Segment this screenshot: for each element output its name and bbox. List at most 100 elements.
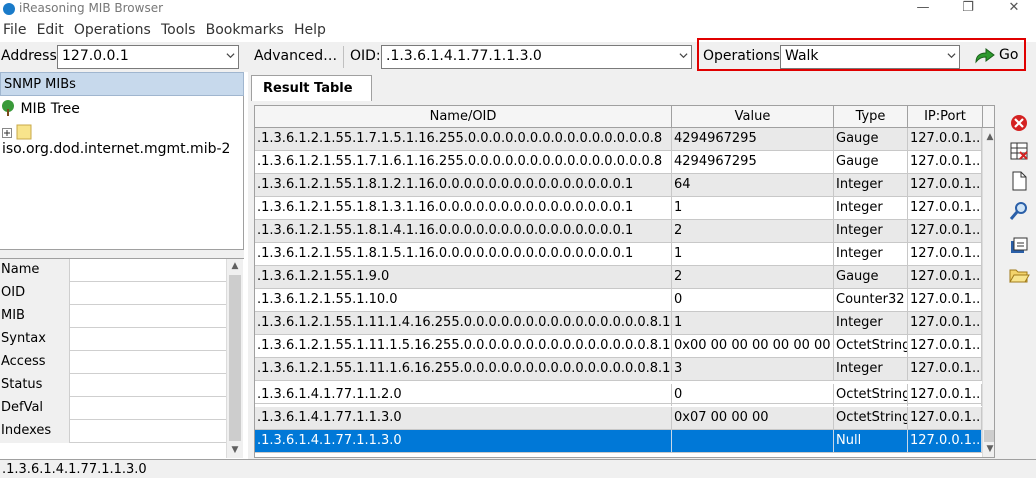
properties-scrollbar[interactable]: ▲ ▼ xyxy=(226,259,243,458)
open-folder-icon[interactable] xyxy=(1008,264,1030,286)
menu-bookmarks[interactable]: Bookmarks xyxy=(203,20,287,38)
table-header: Name/OID Value Type IP:Port xyxy=(255,106,994,128)
result-panel: Result Table Name/OID Value Type IP:Port… xyxy=(248,72,1036,459)
scroll-thumb[interactable] xyxy=(984,430,994,442)
cell-ip-port: 127.0.0.1... xyxy=(908,384,982,406)
table-row[interactable]: .1.3.6.1.2.1.55.1.7.1.5.1.16.255.0.0.0.0… xyxy=(255,128,994,151)
cell-ip-port: 127.0.0.1... xyxy=(908,197,982,219)
prop-row: Status xyxy=(0,374,226,397)
prop-name: Name xyxy=(0,259,70,282)
cell-ip-port: 127.0.0.1... xyxy=(908,289,982,311)
scroll-up-icon[interactable]: ▲ xyxy=(227,259,243,273)
prop-row: Name xyxy=(0,259,226,282)
cell-name-oid: .1.3.6.1.2.1.55.1.9.0 xyxy=(255,266,672,288)
export-icon[interactable] xyxy=(1008,235,1030,257)
prop-row: MIB xyxy=(0,305,226,328)
table-row[interactable]: .1.3.6.1.4.1.77.1.1.3.0 0x07 00 00 00 Octe… xyxy=(255,407,994,430)
cell-name-oid: .1.3.6.1.2.1.55.1.11.1.6.16.255.0.0.0.0.… xyxy=(255,358,672,380)
tree-child-node[interactable]: iso.org.dod.internet.mgmt.mib-2 xyxy=(2,124,243,157)
mib-tree[interactable]: MIB Tree iso.org.dod.internet.mgmt.mib-2 xyxy=(0,96,244,250)
cell-value: 4294967295 xyxy=(672,151,834,173)
cell-value: 1 xyxy=(672,243,834,265)
expand-icon[interactable] xyxy=(2,128,12,138)
table-row[interactable]: .1.3.6.1.4.1.77.1.1.2.0 0 OctetString 127.0… xyxy=(255,381,994,406)
prop-syntax: Syntax xyxy=(0,328,70,351)
table-row[interactable]: .1.3.6.1.2.1.55.1.10.0 0 Counter32 127.0.0.… xyxy=(255,289,994,312)
chevron-down-icon xyxy=(226,53,235,59)
result-scrollbar[interactable]: ▲ ▼ xyxy=(982,128,994,457)
table-row[interactable]: .1.3.6.1.2.1.55.1.11.1.6.16.255.0.0.0.0.… xyxy=(255,358,994,381)
status-text: .1.3.6.1.4.1.77.1.1.3.0 xyxy=(2,462,147,477)
column-ip-port[interactable]: IP:Port xyxy=(908,106,983,128)
cell-type: Integer xyxy=(834,220,908,242)
chevron-down-icon xyxy=(679,53,688,59)
column-name-oid[interactable]: Name/OID xyxy=(255,106,672,128)
cell-name-oid: .1.3.6.1.2.1.55.1.11.1.5.16.255.0.0.0.0.… xyxy=(255,335,672,357)
scroll-down-icon[interactable]: ▼ xyxy=(983,442,994,456)
tab-result-table[interactable]: Result Table xyxy=(251,75,372,101)
minimize-button[interactable]: — xyxy=(908,0,938,20)
close-button[interactable]: ✕ xyxy=(999,0,1029,20)
maximize-button[interactable]: ❐ xyxy=(953,0,983,20)
go-label: Go xyxy=(999,47,1019,63)
cell-value xyxy=(672,430,834,452)
result-table[interactable]: Name/OID Value Type IP:Port .1.3.6.1.2.1… xyxy=(254,105,995,458)
delete-icon[interactable] xyxy=(1008,112,1030,134)
table-row[interactable]: .1.3.6.1.2.1.55.1.11.1.4.16.255.0.0.0.0.… xyxy=(255,312,994,335)
cell-ip-port: 127.0.0.1... xyxy=(908,266,982,288)
menu-help[interactable]: Help xyxy=(291,20,329,38)
cell-ip-port: 127.0.0.1... xyxy=(908,335,982,357)
title-bar: iReasoning MIB Browser — ❐ ✕ xyxy=(0,0,1036,20)
menu-tools[interactable]: Tools xyxy=(158,20,199,38)
table-row[interactable]: .1.3.6.1.2.1.55.1.8.1.4.1.16.0.0.0.0.0.0… xyxy=(255,220,994,243)
scroll-up-icon[interactable]: ▲ xyxy=(983,130,994,144)
clear-table-icon[interactable] xyxy=(1008,140,1030,162)
address-value: 127.0.0.1 xyxy=(62,48,129,64)
mib-properties-table: Name OID MIB Syntax Access Status DefVal… xyxy=(0,258,244,459)
menu-file[interactable]: File xyxy=(0,20,29,38)
menu-operations[interactable]: Operations xyxy=(71,20,154,38)
go-button[interactable]: Go xyxy=(972,46,1022,68)
cell-type: Integer xyxy=(834,312,908,334)
column-type[interactable]: Type xyxy=(834,106,908,128)
advanced-button[interactable]: Advanced… xyxy=(254,48,337,64)
cell-type: Null xyxy=(834,430,908,452)
cell-type: Integer xyxy=(834,358,908,380)
oid-combo[interactable]: .1.3.6.1.4.1.77.1.1.3.0 xyxy=(381,45,692,69)
table-row[interactable]: .1.3.6.1.2.1.55.1.11.1.5.16.255.0.0.0.0.… xyxy=(255,335,994,358)
table-row[interactable]: .1.3.6.1.2.1.55.1.9.0 2 Gauge 127.0.0.1... xyxy=(255,266,994,289)
cell-ip-port: 127.0.0.1... xyxy=(908,220,982,242)
cell-ip-port: 127.0.0.1... xyxy=(908,174,982,196)
cell-type: Counter32 xyxy=(834,289,908,311)
prop-row: OID xyxy=(0,282,226,305)
cell-value: 0 xyxy=(672,289,834,311)
document-icon[interactable] xyxy=(1008,170,1030,192)
cell-value: 4294967295 xyxy=(672,128,834,150)
column-value[interactable]: Value xyxy=(672,106,834,128)
find-icon[interactable] xyxy=(1008,200,1030,222)
cell-name-oid: .1.3.6.1.4.1.77.1.1.3.0 xyxy=(255,430,672,452)
cell-name-oid: .1.3.6.1.2.1.55.1.8.1.5.1.16.0.0.0.0.0.0… xyxy=(255,243,672,265)
table-row[interactable]: .1.3.6.1.2.1.55.1.8.1.5.1.16.0.0.0.0.0.0… xyxy=(255,243,994,266)
table-row[interactable]: .1.3.6.1.4.1.77.1.1.3.0 Null 127.0.0.1... xyxy=(255,430,994,453)
cell-value: 1 xyxy=(672,312,834,334)
cell-type: Gauge xyxy=(834,128,908,150)
snmp-mibs-header: SNMP MIBs xyxy=(0,72,244,96)
menu-edit[interactable]: Edit xyxy=(34,20,67,38)
table-row[interactable]: .1.3.6.1.2.1.55.1.8.1.3.1.16.0.0.0.0.0.0… xyxy=(255,197,994,220)
table-row[interactable]: .1.3.6.1.2.1.55.1.8.1.2.1.16.0.0.0.0.0.0… xyxy=(255,174,994,197)
prop-row: Indexes xyxy=(0,420,226,443)
prop-defval: DefVal xyxy=(0,397,70,420)
cell-value: 3 xyxy=(672,358,834,380)
scroll-thumb[interactable] xyxy=(229,275,241,441)
tree-child-label: iso.org.dod.internet.mgmt.mib-2 xyxy=(2,141,231,157)
cell-type: Integer xyxy=(834,243,908,265)
prop-row: Syntax xyxy=(0,328,226,351)
cell-type: Integer xyxy=(834,197,908,219)
tree-root-label: MIB Tree xyxy=(20,101,80,117)
scroll-down-icon[interactable]: ▼ xyxy=(227,443,243,457)
tree-root-node[interactable]: MIB Tree xyxy=(0,100,80,117)
address-combo[interactable]: 127.0.0.1 xyxy=(57,45,239,69)
table-row[interactable]: .1.3.6.1.2.1.55.1.7.1.6.1.16.255.0.0.0.0… xyxy=(255,151,994,174)
prop-row: Access xyxy=(0,351,226,374)
